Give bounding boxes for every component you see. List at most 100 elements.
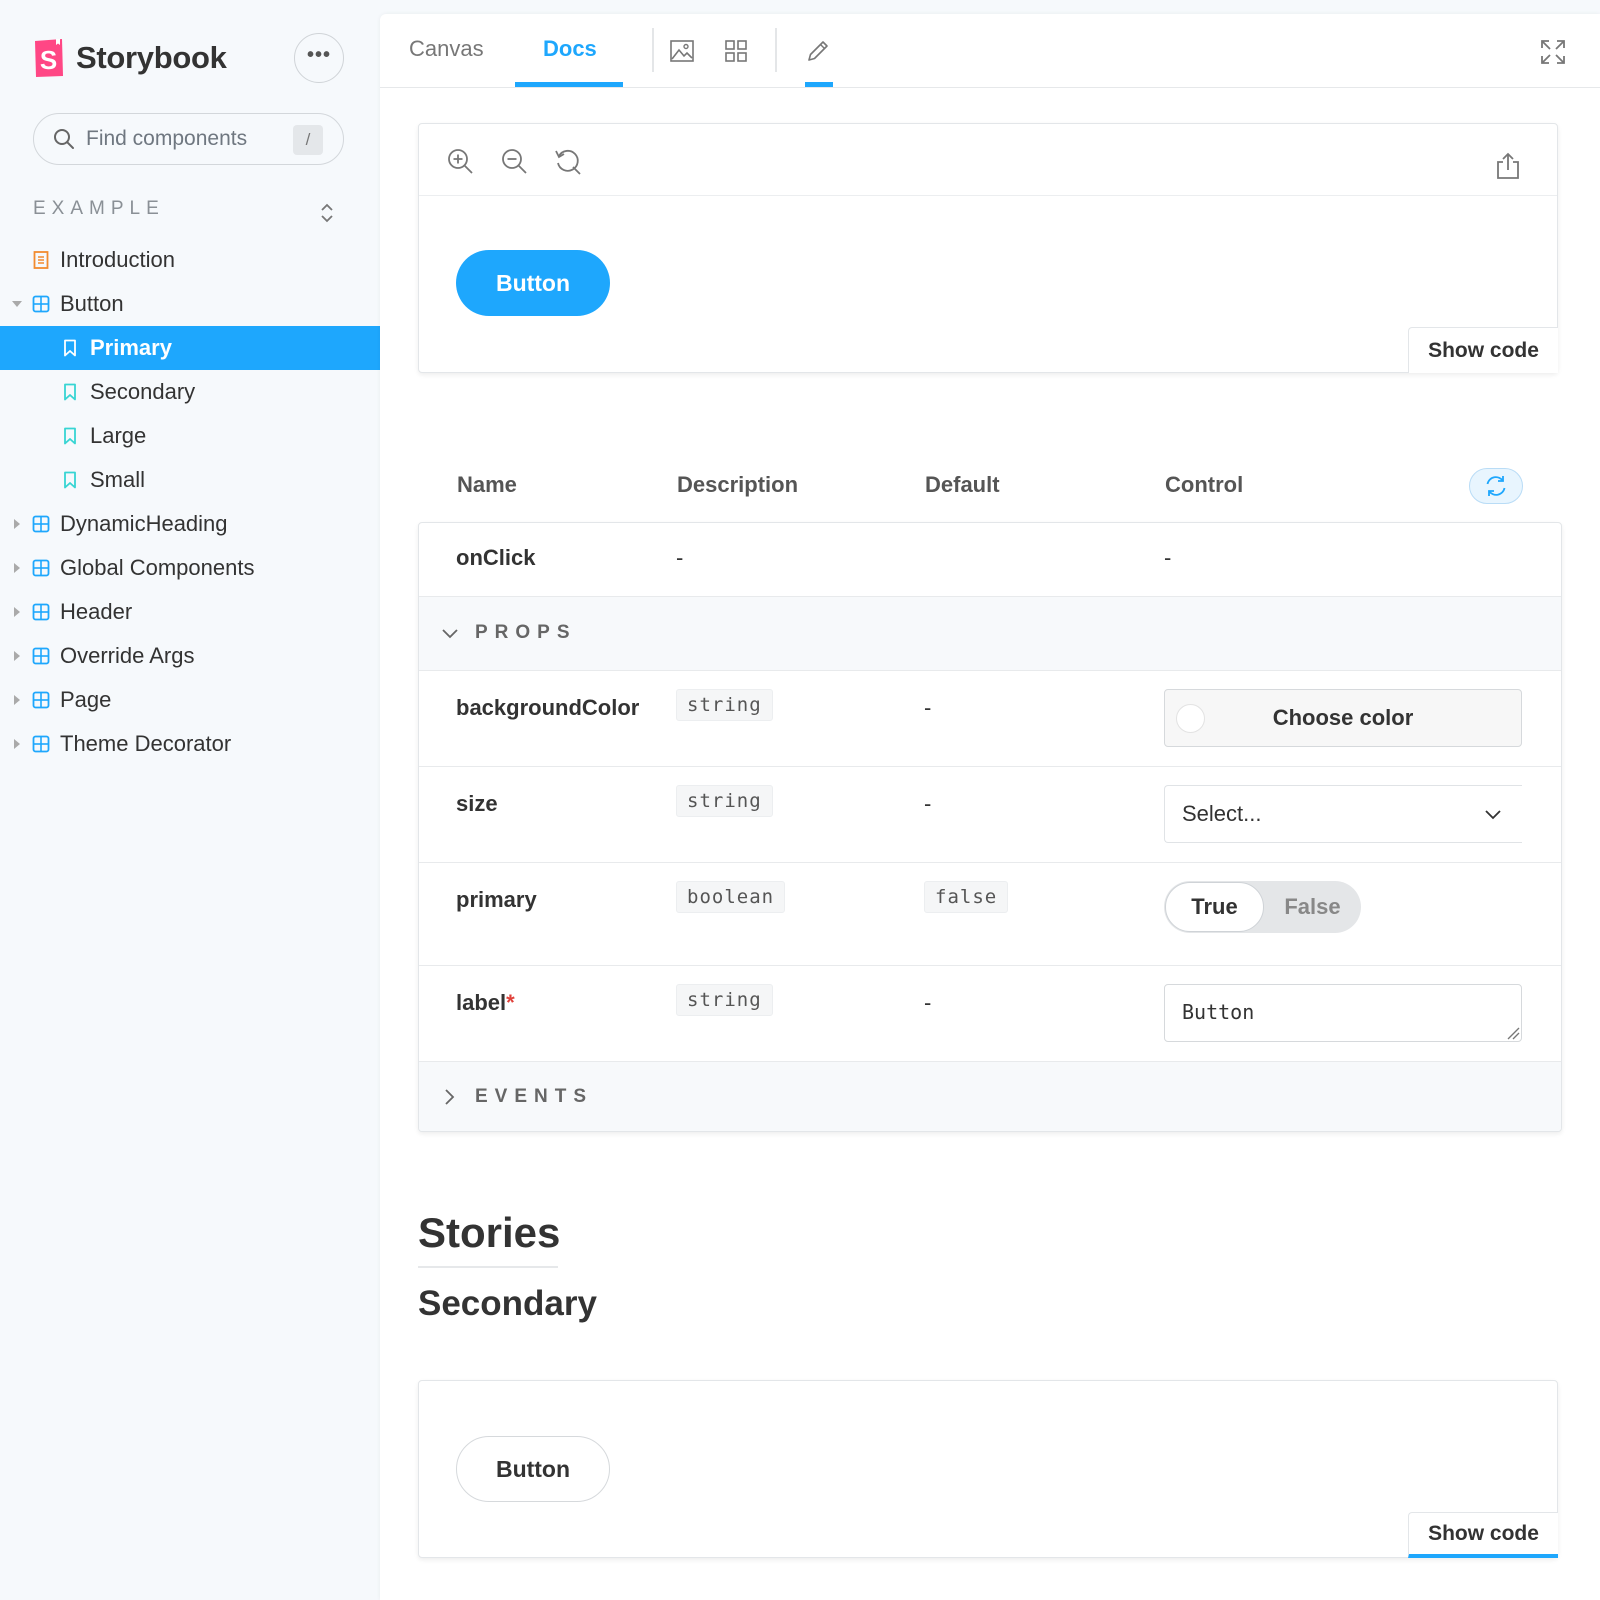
secondary-story-preview: Button Show code [418,1380,1558,1558]
story-heading-secondary: Secondary [418,1284,597,1323]
search-shortcut-badge: / [293,125,323,155]
reset-controls-button[interactable] [1469,468,1523,504]
search-box[interactable]: / [33,113,344,165]
sidebar-item-label: Large [90,423,147,448]
arg-default: false [924,881,1009,913]
toggle-option-false[interactable]: False [1264,881,1361,933]
sidebar-item-page[interactable]: Page [0,678,380,722]
sidebar-item-header[interactable]: Header [0,590,380,634]
sidebar-item-global-components[interactable]: Global Components [0,546,380,590]
preview-toolbar [419,124,1557,196]
zoom-in-icon[interactable] [445,146,475,176]
sidebar-item-introduction[interactable]: Introduction [0,238,380,282]
sidebar-item-label: Button [60,291,124,316]
component-icon [32,603,50,621]
sidebar-item-override-args[interactable]: Override Args [0,634,380,678]
primary-story-preview: Button Show code [418,123,1558,373]
arg-name: size [456,791,498,816]
show-code-button[interactable]: Show code [1408,327,1558,373]
zoom-reset-icon[interactable] [553,146,583,176]
args-table: onClick - - PROPS backgroundColor string… [418,522,1562,1132]
tab-canvas[interactable]: Canvas [409,36,484,62]
sidebar-item-theme-decorator[interactable]: Theme Decorator [0,722,380,766]
sidebar-item-large[interactable]: Large [0,414,380,458]
toolbar-divider [775,28,777,72]
color-picker-button[interactable]: Choose color [1164,689,1522,747]
sidebar-item-button[interactable]: Button [0,282,380,326]
toolbar-divider [652,28,654,72]
brand-name: Storybook [76,40,227,75]
component-icon [32,647,50,665]
props-group-row[interactable]: PROPS [419,597,1561,671]
image-icon[interactable] [669,38,695,64]
size-select[interactable]: Select... [1164,785,1522,843]
arg-name: label* [456,990,515,1016]
zoom-out-icon[interactable] [499,146,529,176]
component-icon [32,559,50,577]
boolean-toggle[interactable]: True False [1164,881,1361,933]
select-value: Select... [1182,801,1262,826]
table-row: onClick - - [419,523,1561,597]
toggle-option-true[interactable]: True [1165,882,1264,932]
bookmark-icon [64,427,76,445]
column-header-control: Control [1165,472,1244,497]
caret-right-icon [14,651,20,661]
arg-default: - [924,791,932,816]
pencil-icon[interactable] [805,38,831,64]
sidebar-item-label: Override Args [60,643,195,668]
stories-heading: Stories [418,1209,561,1256]
table-row: primary boolean false True False [419,863,1561,966]
component-icon [32,691,50,709]
sidebar-item-dynamicheading[interactable]: DynamicHeading [0,502,380,546]
secondary-demo-button[interactable]: Button [456,1436,610,1502]
grid-icon[interactable] [723,38,749,64]
arg-name: onClick [456,545,536,570]
sidebar-item-secondary[interactable]: Secondary [0,370,380,414]
sync-icon [1486,476,1506,496]
brand[interactable]: S Storybook [32,38,227,78]
active-tab-indicator [515,82,623,87]
search-input[interactable] [86,127,286,151]
share-icon[interactable] [1493,151,1523,181]
arg-name: backgroundColor [456,695,640,720]
expand-collapse-icon[interactable] [318,200,336,226]
group-label: EVENTS [475,1086,594,1107]
sidebar-item-label: Theme Decorator [60,731,232,756]
bookmark-icon [64,383,76,401]
fullscreen-icon[interactable] [1539,38,1567,66]
storybook-logo-icon: S [35,39,63,77]
sidebar-item-primary[interactable]: Primary [0,326,380,370]
arg-default: - [924,695,932,720]
chevron-down-icon [1485,810,1501,820]
component-icon [32,735,50,753]
chevron-right-icon [445,1089,455,1105]
sidebar-item-small[interactable]: Small [0,458,380,502]
primary-demo-button[interactable]: Button [456,250,610,316]
table-row: label* string - Button [419,966,1561,1062]
events-group-row[interactable]: EVENTS [419,1062,1561,1131]
required-marker: * [506,990,515,1015]
tab-docs[interactable]: Docs [543,36,597,62]
component-icon [32,515,50,533]
component-tree: Introduction Button Primary Secondary La… [0,238,380,766]
sidebar-item-label: Primary [90,335,172,360]
heading-underline [418,1266,558,1268]
caret-right-icon [14,739,20,749]
ellipsis-icon: ••• [306,44,331,66]
default-badge: false [924,881,1009,913]
arg-type: string [676,689,773,721]
type-badge: string [676,984,773,1016]
show-code-button[interactable]: Show code [1408,1512,1558,1558]
resize-grip-icon[interactable] [1506,1026,1520,1040]
type-badge: string [676,785,773,817]
more-options-button[interactable]: ••• [294,33,344,83]
group-label: PROPS [475,622,577,643]
type-badge: boolean [676,881,786,913]
addon-active-indicator [805,82,833,87]
caret-right-icon [14,607,20,617]
arg-type: string [676,984,773,1016]
section-title[interactable]: EXAMPLE [33,198,165,220]
label-text-input[interactable]: Button [1164,984,1522,1042]
component-icon [32,295,50,313]
arg-control: - [1164,545,1172,570]
